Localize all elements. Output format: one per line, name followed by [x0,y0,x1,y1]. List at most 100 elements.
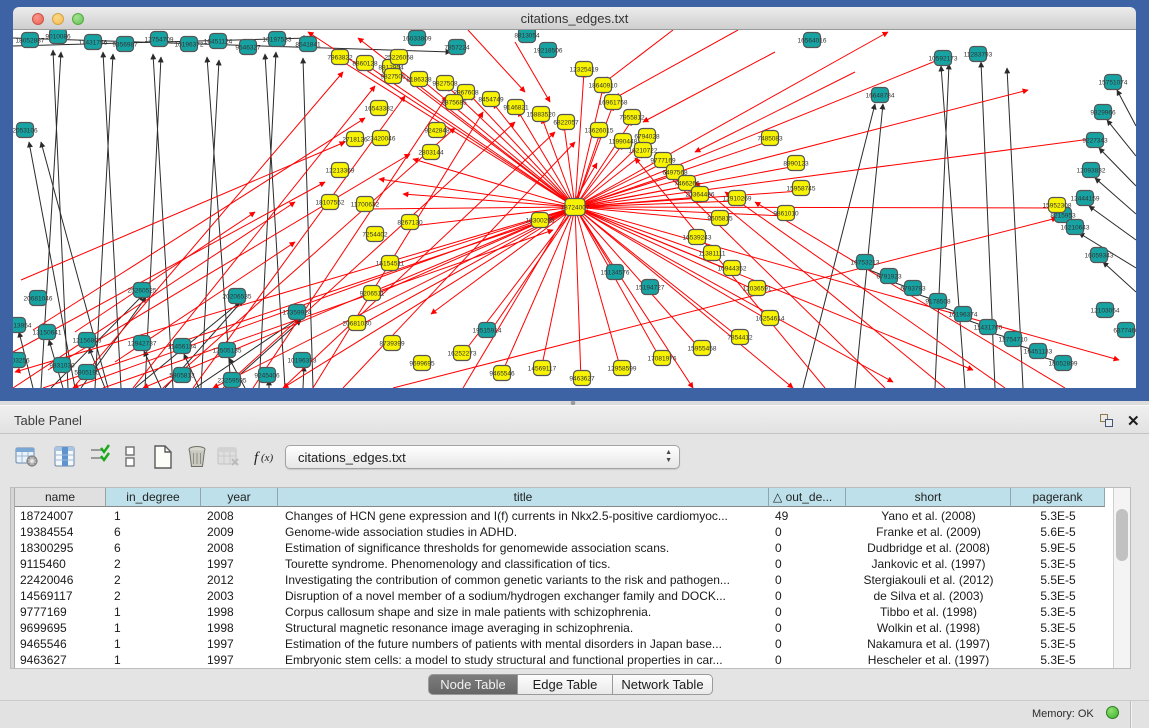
network-node[interactable]: 11431756 [79,35,108,50]
table-cell[interactable]: 5.3E-5 [1011,556,1105,572]
table-cell[interactable]: 5.9E-5 [1011,540,1105,556]
network-svg[interactable]: 18052887 9010086 11431756 9356987 127547… [13,30,1136,388]
table-cell[interactable]: 2003 [201,588,278,604]
network-node[interactable]: 2718126 [342,132,368,147]
network-edge[interactable] [643,52,775,122]
network-node[interactable]: 16451133 [1024,344,1053,359]
table-cell[interactable]: 0 [769,652,846,668]
table-cell[interactable]: 0 [769,572,846,588]
table-cell[interactable]: Stergiakouli et al. (2012) [846,572,1011,588]
scrollbar-thumb[interactable] [1116,509,1128,561]
network-edge[interactable] [1107,120,1136,156]
table-cell[interactable]: Nakamura et al. (1997) [846,636,1011,652]
column-header-title[interactable]: title [278,488,769,507]
network-node[interactable]: 9227343 [1082,133,1108,148]
network-node[interactable]: 7254402 [362,227,388,242]
network-node[interactable]: 16648784 [866,88,895,103]
network-node[interactable]: 6822057 [553,115,579,130]
network-node[interactable]: 9463627 [569,371,595,386]
network-node[interactable]: 12103054 [1091,303,1120,318]
network-node[interactable]: 8813054 [514,30,540,43]
network-edge[interactable] [1117,90,1136,126]
network-canvas[interactable]: 18052887 9010086 11431756 9356987 127547… [13,30,1136,388]
network-node[interactable]: 15955458 [688,341,717,356]
table-cell[interactable]: Tourette syndrome. Phenomenology and cla… [278,556,769,572]
table-cell[interactable]: 1 [106,620,201,636]
tab-network-table[interactable]: Network Table [613,674,713,695]
network-node[interactable]: 15751074 [1099,75,1128,90]
network-edge[interactable] [1103,262,1136,292]
network-edge[interactable] [575,207,701,350]
table-cell[interactable]: Disruption of a novel member of a sodium… [278,588,769,604]
table-cell[interactable]: 1998 [201,620,278,636]
network-node[interactable]: 10197533 [263,32,292,47]
table-selector-dropdown[interactable]: citations_edges.txt ▲▼ [285,445,680,469]
table-cell[interactable]: 9777169 [15,604,106,620]
table-cell[interactable]: 2008 [201,508,278,524]
table-cell[interactable]: 14569117 [15,588,106,604]
column-header-short[interactable]: short [846,488,1011,507]
network-edge[interactable] [1089,206,1136,240]
function-builder-icon[interactable]: f(x) [252,444,280,472]
table-cell[interactable]: 1998 [201,604,278,620]
network-node[interactable]: 9329966 [1090,105,1116,120]
table-cell[interactable]: 2 [106,572,201,588]
table-cell[interactable]: Estimation of significance thresholds fo… [278,540,769,556]
table-cell[interactable]: 0 [769,540,846,556]
network-node[interactable]: 9546327 [235,40,261,55]
network-node[interactable]: 15883520 [527,107,556,122]
network-node[interactable]: 10196372 [175,37,204,52]
network-node[interactable]: 16753213 [851,255,880,270]
network-node[interactable]: 6377460 [1113,323,1136,338]
network-node[interactable]: 23259595 [218,373,247,388]
network-node[interactable]: 8186328 [406,72,432,87]
table-cell[interactable]: Wolkin et al. (1998) [846,620,1011,636]
table-cell[interactable]: 2 [106,588,201,604]
table-cell[interactable]: Corpus callosum shape and size in male p… [278,604,769,620]
network-node[interactable]: 17081976 [648,351,677,366]
table-cell[interactable]: 9463627 [15,652,106,668]
network-node[interactable]: 15134576 [601,265,630,280]
tab-edge-table[interactable]: Edge Table [518,674,613,695]
table-cell[interactable]: Franke et al. (2009) [846,524,1011,540]
network-node[interactable]: 8267130 [397,215,423,230]
column-visibility-icon[interactable] [52,444,80,472]
table-cell[interactable]: 1997 [201,636,278,652]
table-cell[interactable]: Embryonic stem cells: a model to study s… [278,652,769,668]
network-node[interactable]: 7485083 [757,131,783,146]
network-node[interactable]: 8990123 [783,156,809,171]
network-node[interactable]: 16033809 [403,31,432,46]
network-edge[interactable] [33,118,365,330]
network-node[interactable]: 9465546 [489,366,515,381]
table-cell[interactable]: 0 [769,620,846,636]
network-node[interactable]: 9146821 [503,100,529,115]
network-node[interactable]: 12325419 [570,62,599,77]
network-node[interactable]: 19013954 [13,318,32,333]
network-edge[interactable] [575,163,663,207]
table-cell[interactable]: Yano et al. (2008) [846,508,1011,524]
network-node[interactable]: 16451124 [204,34,233,49]
network-node[interactable]: 16059343 [1085,248,1114,263]
network-edge[interactable] [501,207,575,375]
network-node[interactable]: 7955812 [619,110,645,125]
network-edge[interactable] [615,30,738,98]
network-node[interactable]: 9010086 [45,30,71,44]
network-node[interactable]: 7963822 [327,50,353,65]
network-edge[interactable] [575,207,581,380]
network-edge[interactable] [103,52,121,388]
network-node[interactable]: 18052899 [1049,356,1078,371]
network-node[interactable]: 9699695 [409,356,435,371]
table-cell[interactable]: Structural magnetic resonance image aver… [278,620,769,636]
network-node[interactable]: 16564016 [798,33,827,48]
network-node[interactable]: 15958745 [787,181,816,196]
network-node[interactable]: 12754709 [145,32,174,47]
network-node[interactable]: 20206535 [223,289,252,304]
network-node[interactable]: 12444159 [1071,191,1100,206]
table-cell[interactable]: 5.3E-5 [1011,620,1105,636]
table-settings-icon[interactable] [14,444,42,472]
network-node[interactable]: 8860128 [352,56,378,71]
table-cell[interactable]: Dudbridge et al. (2008) [846,540,1011,556]
network-node[interactable]: 11431760 [974,320,1003,335]
table-cell[interactable]: 0 [769,604,846,620]
network-edge[interactable] [575,207,893,382]
